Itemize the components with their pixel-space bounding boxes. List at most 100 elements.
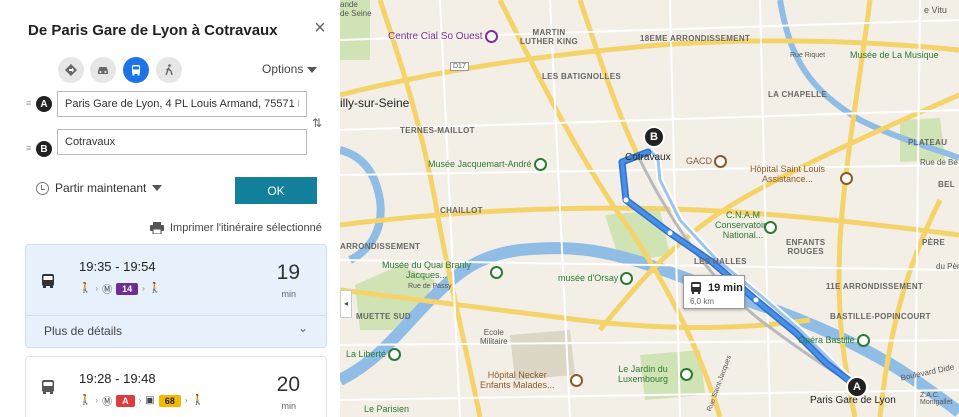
line-badge: 14	[116, 282, 139, 295]
map-label: du Père	[936, 262, 959, 271]
clock-icon	[36, 181, 49, 195]
theatre-icon	[856, 334, 870, 347]
walk-icon	[165, 64, 173, 76]
map-label-musee-musique: Musée de La Musique	[850, 50, 939, 60]
route-steps: 🚶 › Ⓜ A › ▣ 68 › 🚶	[79, 393, 204, 408]
car-mode-button[interactable]	[90, 57, 116, 83]
walk-mode-button[interactable]	[156, 57, 182, 83]
map-label: ARRONDISSEMENT	[340, 242, 421, 251]
rer-icon: Ⓜ	[102, 397, 113, 408]
chevron-right-icon: ›	[95, 284, 99, 293]
route-times: 19:28 - 19:48	[79, 371, 156, 386]
map-label: Rue de Be	[920, 158, 958, 167]
map-label-necker: Hôpital Necker Enfants Malades...	[480, 370, 555, 390]
map-label-opera-bastille: Opéra Bastille	[798, 334, 870, 347]
map-label: Z.A.C. Montgallet	[920, 392, 953, 406]
collapse-panel-button[interactable]: ◂	[340, 290, 352, 318]
options-label: Options	[262, 62, 304, 76]
map-label: illy-sur-Seine	[340, 96, 410, 110]
chevron-down-icon[interactable]: ⌄	[298, 321, 308, 335]
bus-small-icon: ▣	[145, 395, 155, 406]
print-label: Imprimer l'itinéraire sélectionné	[170, 222, 322, 234]
directions-panel: De Paris Gare de Lyon à Cotravaux × Opti…	[0, 0, 340, 417]
map-label: TERNES-MAILLOT	[400, 126, 475, 135]
park-icon	[680, 368, 693, 381]
options-dropdown[interactable]: Options	[262, 62, 318, 76]
print-button[interactable]: Imprimer l'itinéraire sélectionné	[150, 222, 322, 234]
walk-icon: 🚶	[79, 395, 92, 406]
more-details-link[interactable]: Plus de détails	[44, 324, 122, 338]
route-stop	[753, 297, 759, 303]
road-badge: D17	[450, 62, 469, 71]
map-label: LES BATIGNOLLES	[542, 72, 622, 81]
walk-icon: 🚶	[148, 283, 162, 294]
route-duration: 20	[276, 373, 300, 396]
shopping-icon	[484, 30, 498, 43]
depart-label: Partir maintenant	[55, 181, 147, 195]
page-title: De Paris Gare de Lyon à Cotravaux	[28, 22, 278, 39]
route-duration-unit: min	[281, 401, 296, 411]
map-label: CHAILLOT	[440, 206, 483, 215]
bus-icon	[691, 282, 701, 294]
map-label: 18EME ARRONDISSEMENT	[640, 34, 751, 43]
map-label: MARTIN LUTHER KING	[520, 28, 578, 46]
bus-icon	[42, 380, 54, 394]
printer-icon	[150, 222, 164, 234]
route-duration-box[interactable]: 19 min 6,0 km	[683, 275, 745, 309]
itinerary-mode-button[interactable]	[58, 57, 84, 83]
destination-input[interactable]	[57, 129, 307, 155]
metro-icon: Ⓜ	[102, 285, 113, 296]
map-label-hopital-st-louis: Hôpital Saint Louis Assistance...	[750, 164, 826, 184]
depart-time-dropdown[interactable]: Partir maintenant	[36, 181, 163, 195]
map-label-cotravaux: Cotravaux	[625, 152, 671, 163]
ok-button[interactable]: OK	[235, 177, 317, 204]
caret-down-icon	[152, 185, 163, 191]
map-label: PLATEAU	[908, 138, 948, 147]
museum-icon	[490, 266, 503, 279]
hospital-icon	[570, 374, 583, 387]
map-label-luxembourg: Le Jardin du Luxembourg	[618, 364, 669, 384]
drag-handle-icon[interactable]: ≡	[26, 144, 34, 154]
museum-icon	[533, 158, 547, 171]
destination-marker: B	[36, 141, 52, 157]
line-badge: 68	[158, 394, 181, 407]
bus-icon	[42, 274, 54, 288]
drag-handle-icon[interactable]: ≡	[26, 99, 34, 109]
swap-button[interactable]: ⇅	[312, 116, 322, 130]
map-view[interactable]: ande de Seine Centre Cial So Ouest MARTI…	[340, 0, 959, 417]
route-duration-distance: 6,0 km	[690, 297, 715, 306]
route-card[interactable]: 19:28 - 19:48 🚶 › Ⓜ A › ▣ 68 › 🚶 20 min	[25, 356, 327, 417]
chevron-right-icon: ›	[95, 396, 99, 405]
origin-pin[interactable]: A	[846, 376, 868, 398]
diamond-arrow-icon	[65, 64, 77, 76]
route-stop	[623, 197, 629, 203]
map-label-quai-branly: Musée du Quai Branly Jacques...	[382, 260, 472, 280]
monument-icon	[388, 348, 402, 361]
divider	[26, 315, 326, 316]
chevron-right-icon: ›	[142, 284, 145, 293]
close-button[interactable]: ×	[310, 18, 330, 38]
origin-input[interactable]	[57, 91, 307, 117]
map-label: Ecole Militaire	[480, 328, 508, 346]
map-canvas	[340, 0, 959, 417]
map-label-jacquemart: Musée Jacquemart-André	[428, 158, 547, 171]
destination-pin[interactable]: B	[643, 126, 665, 148]
route-duration-unit: min	[281, 289, 296, 299]
chevron-right-icon: ›	[138, 396, 142, 405]
walk-icon: 🚶	[191, 395, 204, 406]
chevron-right-icon: ›	[184, 396, 188, 405]
museum-icon	[620, 272, 634, 285]
map-label: Rue Riquet	[790, 52, 826, 59]
route-card[interactable]: 19:35 - 19:54 🚶 › Ⓜ 14 › 🚶 19 min Plus d…	[25, 244, 327, 348]
bus-icon	[132, 65, 140, 76]
map-label: ande de Seine	[340, 0, 372, 18]
map-label: BEL	[938, 180, 955, 189]
map-label: Le Parisien	[364, 404, 410, 414]
transit-mode-button[interactable]	[123, 57, 149, 83]
route-stop	[667, 230, 673, 236]
map-label: 11E ARRONDISSEMENT	[826, 282, 924, 291]
map-label-orsay: musée d'Orsay	[558, 272, 634, 285]
map-label: PÈRE	[922, 238, 945, 247]
line-badge: A	[116, 394, 135, 407]
map-label: MUETTE SUD	[356, 312, 411, 321]
